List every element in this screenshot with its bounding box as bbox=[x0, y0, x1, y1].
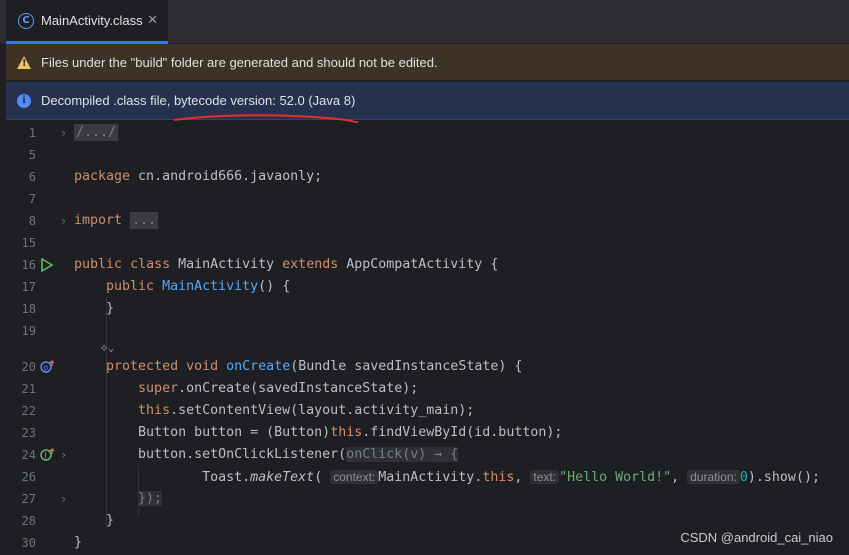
code-line: 21 super.onCreate(savedInstanceState); bbox=[0, 378, 849, 400]
code-text: }); bbox=[138, 491, 163, 506]
code-line: 15 bbox=[0, 232, 849, 254]
code-line: 1 › /.../ bbox=[0, 122, 849, 144]
code-text: Button button = (Button)this.findViewByI… bbox=[138, 425, 563, 440]
code-text: import ... bbox=[74, 212, 159, 229]
fold-expand-icon[interactable]: › bbox=[60, 122, 67, 144]
code-line: 23 Button button = (Button)this.findView… bbox=[0, 422, 849, 444]
code-text: } bbox=[106, 301, 115, 316]
line-number: 6 bbox=[28, 170, 36, 184]
line-number: 7 bbox=[28, 192, 36, 206]
line-number: 1 bbox=[28, 126, 36, 140]
code-line: 28 } bbox=[0, 510, 849, 532]
code-text: public class MainActivity extends AppCom… bbox=[74, 257, 499, 272]
code-editor[interactable]: 1 › /.../ 5 6 package cn.android666.java… bbox=[0, 121, 849, 555]
watermark: CSDN @android_cai_niao bbox=[680, 530, 833, 545]
code-text: /.../ bbox=[74, 122, 119, 144]
svg-text:I: I bbox=[44, 451, 46, 460]
folded-imports[interactable]: ... bbox=[130, 212, 159, 229]
code-line: 6 package cn.android666.javaonly; bbox=[0, 166, 849, 188]
code-text: button.setOnClickListener(onClick(v) → { bbox=[138, 447, 459, 462]
fold-expand-icon[interactable]: › bbox=[60, 488, 67, 510]
code-line: 16 public class MainActivity extends App… bbox=[0, 254, 849, 276]
code-text: } bbox=[74, 535, 83, 550]
code-line: 20 o protected void onCreate(Bundle save… bbox=[0, 356, 849, 378]
code-line: 24 I › button.setOnClickListener(onClick… bbox=[0, 444, 849, 466]
fold-expand-icon[interactable]: › bbox=[60, 444, 67, 466]
code-text: package cn.android666.javaonly; bbox=[74, 169, 323, 184]
line-number: 5 bbox=[28, 148, 36, 162]
line-number: 21 bbox=[21, 382, 36, 396]
line-number: 15 bbox=[21, 236, 36, 250]
code-line: 17 public MainActivity() { bbox=[0, 276, 849, 298]
line-number: 24 bbox=[21, 448, 36, 462]
code-line: 18 } bbox=[0, 298, 849, 320]
editor-tab-bar: C MainActivity.class ✕ bbox=[0, 0, 849, 44]
implement-method-icon[interactable]: I bbox=[40, 448, 56, 462]
param-hint-duration: duration: bbox=[687, 470, 740, 484]
svg-text:o: o bbox=[43, 363, 48, 372]
override-method-icon[interactable]: o bbox=[40, 360, 56, 374]
decompiled-info-banner: i Decompiled .class file, bytecode versi… bbox=[6, 82, 849, 120]
class-c-icon: C bbox=[18, 12, 34, 29]
folded-region[interactable]: /.../ bbox=[74, 124, 119, 141]
code-text: } bbox=[106, 513, 115, 528]
code-line: 8 › import ... bbox=[0, 210, 849, 232]
line-number: 27 bbox=[21, 492, 36, 506]
fold-expand-icon[interactable]: › bbox=[60, 210, 67, 232]
warning-icon: ! bbox=[17, 55, 31, 69]
close-icon[interactable]: ✕ bbox=[147, 13, 158, 28]
code-text: public MainActivity() { bbox=[106, 279, 291, 294]
info-text: Decompiled .class file, bytecode version… bbox=[41, 93, 356, 108]
code-line: 5 bbox=[0, 144, 849, 166]
line-number: 26 bbox=[21, 470, 36, 484]
code-text: super.onCreate(savedInstanceState); bbox=[138, 381, 419, 396]
info-icon: i bbox=[17, 93, 31, 108]
generated-files-warning-banner: ! Files under the "build" folder are gen… bbox=[6, 44, 849, 81]
code-line: 7 bbox=[0, 188, 849, 210]
line-number: 18 bbox=[21, 302, 36, 316]
code-line: 27 › }); bbox=[0, 488, 849, 510]
line-number: 16 bbox=[21, 258, 36, 272]
tab-mainactivity-class[interactable]: C MainActivity.class ✕ bbox=[6, 0, 168, 44]
param-hint-context: context: bbox=[330, 470, 379, 484]
lambda-fold[interactable]: onClick(v) → { bbox=[346, 447, 459, 462]
line-number: 20 bbox=[21, 360, 36, 374]
param-hint-text: text: bbox=[530, 470, 560, 484]
line-number: 30 bbox=[21, 536, 36, 550]
line-number: 23 bbox=[21, 426, 36, 440]
warning-text: Files under the "build" folder are gener… bbox=[41, 54, 438, 70]
line-number: 17 bbox=[21, 280, 36, 294]
line-number: 8 bbox=[28, 214, 36, 228]
code-text: Toast.makeText( context: MainActivity.thi… bbox=[202, 470, 820, 485]
code-text: protected void onCreate(Bundle savedInst… bbox=[106, 359, 523, 374]
run-icon[interactable] bbox=[40, 258, 54, 272]
code-line: 26 Toast.makeText( context: MainActivity.… bbox=[0, 466, 849, 488]
code-line: 22 this.setContentView(layout.activity_m… bbox=[0, 400, 849, 422]
tab-label: MainActivity.class bbox=[41, 13, 143, 28]
line-number: 28 bbox=[21, 514, 36, 528]
code-text: this.setContentView(layout.activity_main… bbox=[138, 403, 475, 418]
line-number: 22 bbox=[21, 404, 36, 418]
